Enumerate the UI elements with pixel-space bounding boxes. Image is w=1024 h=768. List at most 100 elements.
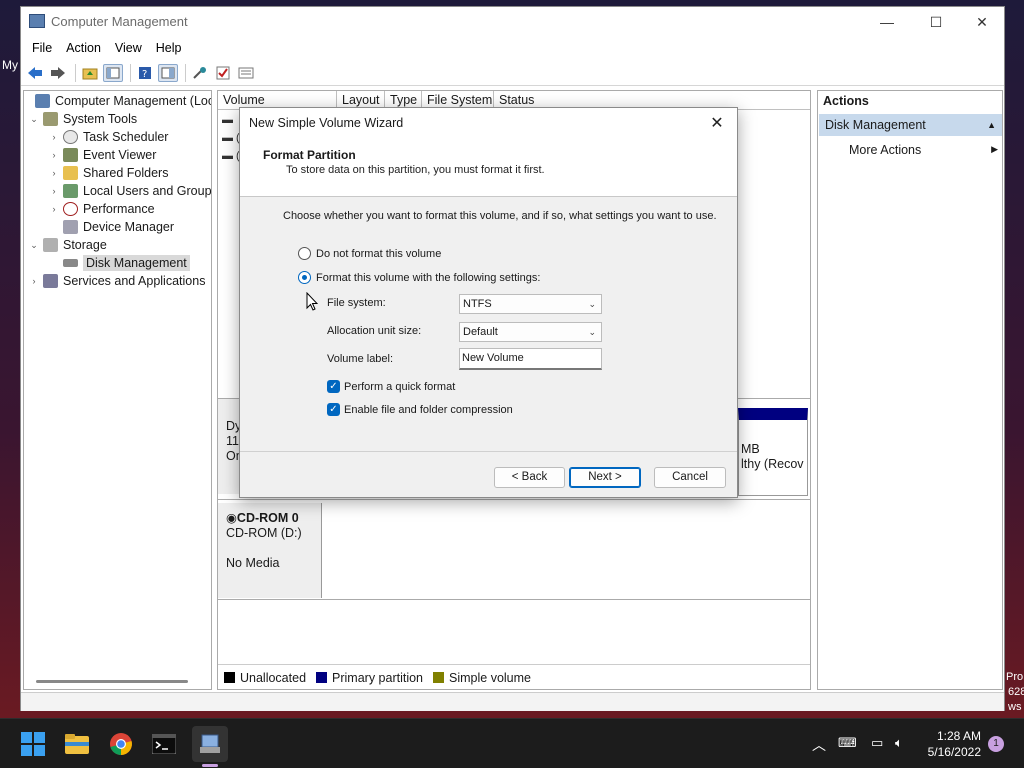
- chevron-down-icon[interactable]: ⌄: [28, 114, 40, 125]
- tree-item-local-users[interactable]: › Local Users and Groups: [48, 182, 211, 200]
- desktop-watermark-fragment: ws: [1008, 701, 1022, 713]
- taskbar-clock[interactable]: 1:28 AM 5/16/2022: [928, 728, 981, 760]
- title-bar[interactable]: Computer Management — ☐ ✕: [21, 7, 1004, 37]
- tree-item-root[interactable]: Computer Management (Local: [26, 92, 211, 110]
- menu-view[interactable]: View: [108, 41, 149, 55]
- mouse-cursor-icon: [306, 292, 318, 311]
- next-button[interactable]: Next >: [569, 467, 641, 488]
- dialog-title: New Simple Volume Wizard: [249, 116, 404, 130]
- tools-icon: [43, 112, 58, 126]
- windows-start-icon[interactable]: [18, 729, 48, 759]
- file-system-label: File system:: [327, 297, 386, 309]
- actions-pane: Actions Disk Management ▲ More Actions ▶: [817, 90, 1003, 690]
- up-folder-icon[interactable]: [80, 64, 100, 82]
- terminal-icon[interactable]: [149, 729, 179, 759]
- chevron-up-icon[interactable]: ︿: [812, 735, 826, 755]
- tree-horizontal-scrollbar[interactable]: [36, 680, 188, 683]
- clock-icon: [63, 130, 78, 144]
- volume-row-icon: ▬ (: [222, 132, 240, 144]
- cdrom-media-status: No Media: [226, 556, 280, 570]
- wizard-page-heading: Format Partition: [263, 148, 356, 162]
- wizard-header: New Simple Volume Wizard ✕ Format Partit…: [240, 108, 737, 197]
- list-view-icon[interactable]: [236, 64, 256, 82]
- chevron-right-icon[interactable]: ›: [48, 168, 60, 178]
- submenu-arrow-icon: ▶: [991, 144, 998, 154]
- back-arrow-icon[interactable]: [25, 64, 45, 82]
- active-app-indicator: [202, 764, 218, 767]
- file-system-dropdown[interactable]: NTFS ⌄: [459, 294, 602, 314]
- disk-divider: [218, 599, 810, 600]
- compression-checkbox-row[interactable]: ✓ Enable file and folder compression: [327, 403, 513, 416]
- radio-button-selected[interactable]: [298, 271, 311, 284]
- tree-item-disk-management[interactable]: Disk Management: [48, 254, 190, 272]
- partition-recovery[interactable]: MB lthy (Recov: [738, 408, 808, 496]
- toolbar-separator: [130, 63, 131, 82]
- help-icon[interactable]: ?: [135, 64, 155, 82]
- actions-title: Actions: [823, 94, 869, 108]
- computer-management-icon: [35, 94, 50, 108]
- users-icon: [63, 184, 78, 198]
- dialog-separator: [240, 451, 737, 452]
- checklist-icon[interactable]: [213, 64, 233, 82]
- quick-format-checkbox-row[interactable]: ✓ Perform a quick format: [327, 380, 455, 393]
- legend-unallocated: Unallocated: [224, 671, 306, 685]
- show-hide-tree-icon[interactable]: [103, 63, 123, 82]
- maximize-button[interactable]: ☐: [913, 7, 959, 37]
- chevron-right-icon[interactable]: ›: [28, 276, 40, 286]
- menu-help[interactable]: Help: [149, 41, 189, 55]
- keyboard-icon[interactable]: ⌨: [838, 735, 857, 751]
- volume-label-input[interactable]: New Volume: [459, 348, 602, 370]
- chevron-down-icon[interactable]: ⌄: [28, 240, 40, 251]
- tree-item-shared-folders[interactable]: › Shared Folders: [48, 164, 168, 182]
- chevron-right-icon[interactable]: ›: [48, 150, 60, 160]
- allocation-unit-size-label: Allocation unit size:: [327, 325, 422, 337]
- tree-item-storage[interactable]: ⌄ Storage: [28, 236, 107, 254]
- disk-divider: [218, 499, 810, 500]
- radio-do-not-format[interactable]: Do not format this volume: [298, 247, 441, 260]
- checkbox-checked-icon[interactable]: ✓: [327, 380, 340, 393]
- minimize-button[interactable]: —: [864, 7, 910, 37]
- tree-item-performance[interactable]: › Performance: [48, 200, 155, 218]
- chevron-right-icon[interactable]: ›: [48, 186, 60, 196]
- notification-badge[interactable]: 1: [988, 736, 1004, 752]
- allocation-unit-size-dropdown[interactable]: Default ⌄: [459, 322, 602, 342]
- legend-swatch-unallocated: [224, 672, 235, 683]
- desktop-watermark-fragment: 628: [1008, 686, 1024, 698]
- desktop-watermark-fragment: Pro: [1006, 671, 1024, 683]
- file-explorer-icon[interactable]: [62, 729, 92, 759]
- tree-item-event-viewer[interactable]: › Event Viewer: [48, 146, 156, 164]
- cancel-button[interactable]: Cancel: [654, 467, 726, 488]
- tree-item-task-scheduler[interactable]: › Task Scheduler: [48, 128, 168, 146]
- device-manager-icon: [63, 220, 78, 234]
- radio-format-volume[interactable]: Format this volume with the following se…: [298, 271, 540, 284]
- collapse-up-icon[interactable]: ▲: [987, 114, 996, 136]
- chevron-down-icon: ⌄: [588, 327, 596, 337]
- dialog-close-icon[interactable]: ✕: [705, 112, 729, 136]
- tree-item-device-manager[interactable]: Device Manager: [48, 218, 174, 236]
- tree-item-services[interactable]: › Services and Applications: [28, 272, 205, 290]
- connect-icon[interactable]: [190, 64, 210, 82]
- cdrom-icon: ◉: [226, 511, 237, 525]
- menu-file[interactable]: File: [25, 41, 59, 55]
- actions-section-disk-management[interactable]: Disk Management ▲: [819, 114, 1002, 136]
- legend-primary-partition: Primary partition: [316, 671, 423, 685]
- tree-item-system-tools[interactable]: ⌄ System Tools: [28, 110, 137, 128]
- forward-arrow-icon[interactable]: [48, 64, 68, 82]
- desktop-label-fragment: My: [2, 58, 18, 72]
- performance-icon: [63, 202, 78, 216]
- menu-action[interactable]: Action: [59, 41, 108, 55]
- chrome-icon[interactable]: [106, 729, 136, 759]
- close-button[interactable]: ✕: [959, 7, 1005, 37]
- chevron-right-icon[interactable]: ›: [48, 204, 60, 214]
- back-button[interactable]: < Back: [494, 467, 565, 488]
- computer-management-taskbar-icon[interactable]: [192, 726, 228, 762]
- radio-button[interactable]: [298, 247, 311, 260]
- volume-icon[interactable]: 🔈︎: [895, 735, 903, 751]
- chevron-right-icon[interactable]: ›: [48, 132, 60, 142]
- navigation-tree: Computer Management (Local ⌄ System Tool…: [23, 90, 212, 690]
- checkbox-checked-icon[interactable]: ✓: [327, 403, 340, 416]
- more-actions-item[interactable]: More Actions ▶: [849, 143, 1002, 157]
- cdrom-0-info[interactable]: ◉CD-ROM 0 CD-ROM (D:) No Media: [218, 503, 322, 598]
- properties-icon[interactable]: [158, 63, 178, 82]
- network-icon[interactable]: ▭: [871, 735, 883, 751]
